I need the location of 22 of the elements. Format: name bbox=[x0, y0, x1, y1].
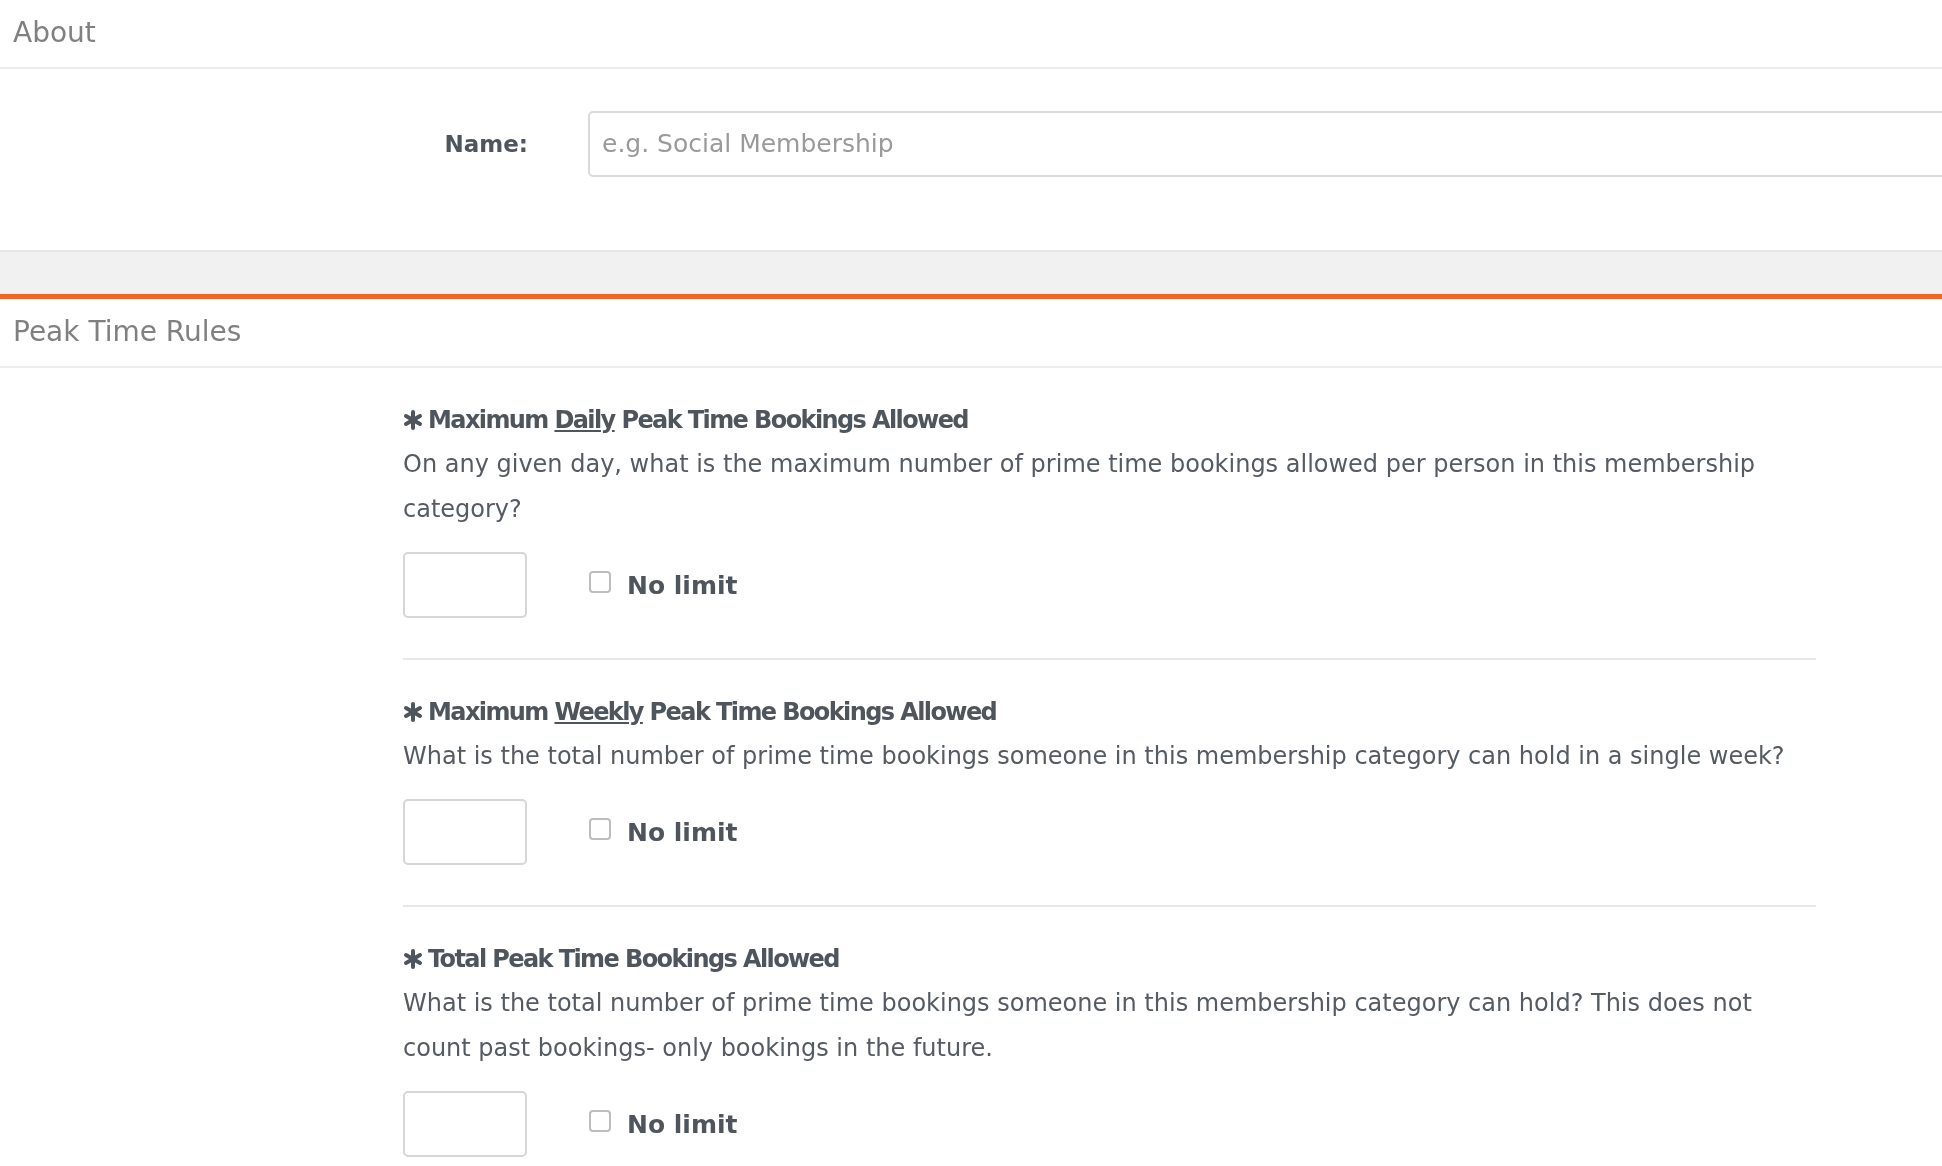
checkbox[interactable] bbox=[589, 571, 611, 593]
rule-title: Maximum Daily Peak Time Bookings Allowed bbox=[428, 406, 968, 434]
section-title: Peak Time Rules bbox=[0, 299, 1942, 368]
rule-description: On any given day, what is the maximum number of prime time bookings allowed per person in this membership category? bbox=[403, 449, 1757, 525]
no-limit-label[interactable]: No limit bbox=[627, 817, 738, 847]
number-field[interactable] bbox=[403, 799, 527, 865]
checkbox[interactable] bbox=[589, 1110, 611, 1132]
asterisk-icon bbox=[403, 949, 423, 969]
asterisk-icon bbox=[403, 410, 423, 430]
name-field[interactable]: e.g. Social Membership bbox=[588, 110, 1942, 177]
rule-title: Maximum Weekly Peak Time Bookings Allowed bbox=[428, 698, 997, 726]
rule-description: What is the total number of prime time bookings someone in this membership category can hold? This does not count past bookings- only bookings in the future. bbox=[403, 988, 1753, 1064]
number-field[interactable] bbox=[403, 1091, 527, 1157]
no-limit-label[interactable]: No limit bbox=[627, 1109, 738, 1139]
asterisk-icon bbox=[403, 702, 423, 722]
rule-title: Total Peak Time Bookings Allowed bbox=[428, 945, 839, 973]
number-field[interactable] bbox=[403, 552, 527, 618]
rule-description: What is the total number of prime time bookings someone in this membership category can hold in a single week? bbox=[403, 741, 1786, 772]
section-title: About bbox=[0, 0, 1942, 69]
no-limit-label[interactable]: No limit bbox=[627, 570, 738, 600]
checkbox[interactable] bbox=[589, 818, 611, 840]
name-label: Name: bbox=[443, 130, 528, 157]
